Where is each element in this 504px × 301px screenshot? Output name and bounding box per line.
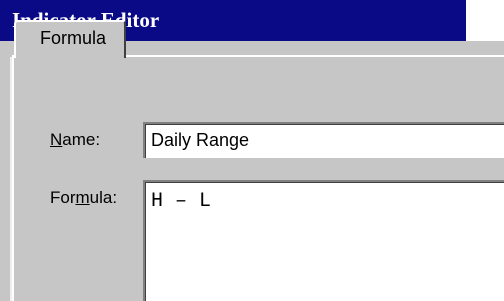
tab-formula-label: Formula [40, 28, 107, 48]
formula-label-mnemonic: m [75, 188, 90, 207]
name-label-mnemonic: N [50, 130, 63, 149]
formula-textarea[interactable]: H – L [143, 180, 504, 301]
name-label: Name: [50, 130, 100, 150]
name-label-rest: ame: [62, 130, 101, 149]
title-bar-edge [466, 0, 504, 41]
formula-label: Formula: [50, 188, 117, 208]
formula-label-pre: For [50, 188, 76, 207]
formula-label-post: ula: [89, 188, 118, 207]
tab-formula[interactable]: Formula [14, 20, 126, 58]
indicator-editor-window: Indicator Editor Formula Name: Daily Ran… [0, 0, 504, 301]
name-input[interactable]: Daily Range [143, 122, 504, 158]
